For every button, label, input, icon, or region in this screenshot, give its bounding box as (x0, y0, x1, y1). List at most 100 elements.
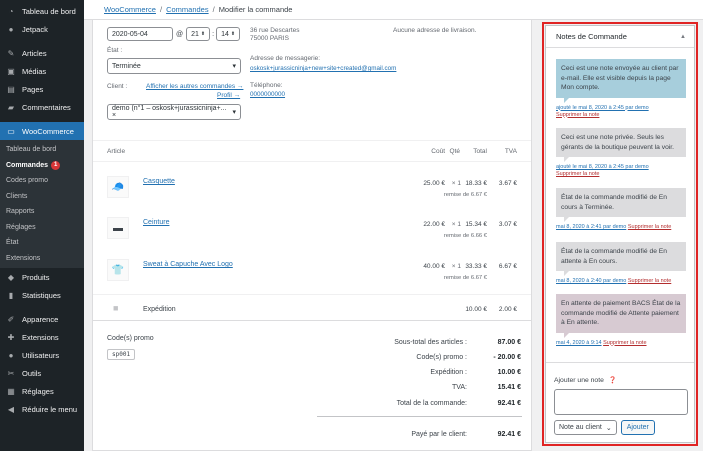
delete-note-link[interactable]: Supprimer la note (556, 112, 599, 118)
table-row: ▬ Ceinture 22.00 € × 1 15.34 € remise de… (93, 211, 531, 253)
stepper-icon: ⬍ (200, 31, 206, 37)
menu-item-jetpack[interactable]: ● Jetpack (0, 20, 84, 38)
breadcrumb-orders-link[interactable]: Commandes (166, 5, 209, 14)
product-link[interactable]: Ceinture (143, 219, 169, 226)
order-totals: Code(s) promo sp001 Sous-total des artic… (93, 320, 531, 438)
menu-item-woocommerce[interactable]: ▭ WooCommerce (0, 122, 84, 140)
col-article: Article (107, 148, 126, 155)
menu-item-pages[interactable]: ▤ Pages (0, 80, 84, 98)
billing-address-line: 36 rue Descartes (250, 27, 300, 34)
note-item: État de la commande modifié de En cours … (556, 188, 686, 231)
note-date-link[interactable]: ajouté le mai 8, 2020 à 2:45 par demo (556, 105, 649, 111)
shipping-label: Expédition (143, 306, 176, 313)
note-date-link[interactable]: mai 8, 2020 à 2:41 par demo (556, 224, 626, 230)
col-cost: Coût (431, 148, 445, 155)
menu-item-settings[interactable]: ▦ Réglages (0, 382, 84, 400)
notes-header[interactable]: Notes de Commande ▲ (546, 26, 694, 48)
client-label: Client : (107, 83, 128, 90)
product-link[interactable]: Casquette (143, 178, 175, 185)
note-meta: mai 8, 2020 à 2:41 par demo Supprimer la… (556, 224, 686, 231)
note-content: Ceci est une note privée. Seuls les géra… (556, 128, 686, 162)
delete-note-link[interactable]: Supprimer la note (628, 278, 671, 284)
customer-email-link[interactable]: oskosk+jurassicninja+new+site+created@gm… (250, 65, 396, 72)
add-note-button[interactable]: Ajouter (620, 420, 655, 435)
customer-select[interactable]: demo (n°1 – oskosk+jurassicninja+... × ▾ (107, 104, 241, 120)
item-qty: × 1 (451, 263, 461, 270)
media-icon: ▣ (7, 66, 15, 76)
menu-item-plugins[interactable]: ✚ Extensions (0, 328, 84, 346)
note-content: Ceci est une note envoyée au client par … (556, 59, 686, 102)
menu-item-articles[interactable]: ✎ Articles (0, 44, 84, 62)
chart-icon: ▮ (8, 290, 14, 300)
submenu-dashboard[interactable]: Tableau de bord (0, 142, 84, 158)
woocommerce-icon: ▭ (7, 126, 15, 136)
woocommerce-submenu: Tableau de bord Commandes 1 Codes promo C… (0, 140, 84, 268)
note-meta: ajouté le mai 8, 2020 à 2:45 par demo Sup… (556, 105, 686, 119)
submenu-reports[interactable]: Rapports (0, 204, 84, 220)
breadcrumb-woocommerce-link[interactable]: WooCommerce (104, 5, 156, 14)
col-tva: TVA (504, 148, 517, 155)
other-orders-link[interactable]: Afficher les autres commandes → (146, 83, 243, 90)
note-item: Ceci est une note envoyée au client par … (556, 59, 686, 119)
order-hour-input[interactable]: 21 ⬍ (186, 27, 211, 41)
submenu-customers[interactable]: Clients (0, 189, 84, 205)
shipping-total: 10.00 € (465, 306, 487, 313)
menu-item-dashboard[interactable]: ◔ Tableau de bord (0, 2, 84, 20)
order-date-input[interactable]: 2020-05-04 (107, 27, 173, 41)
note-textarea[interactable] (554, 389, 688, 415)
help-icon[interactable]: ❓ (609, 377, 617, 384)
item-discount: remise de 6.67 € (443, 192, 487, 198)
customer-phone-link[interactable]: 0000000000 (250, 91, 285, 98)
brush-icon: ✐ (7, 314, 15, 324)
submenu-extensions[interactable]: Extensions (0, 251, 84, 267)
col-qty: Qté (449, 148, 460, 155)
note-date-link[interactable]: mai 8, 2020 à 2:40 par demo (556, 278, 626, 284)
menu-item-media[interactable]: ▣ Médias (0, 62, 84, 80)
submenu-status[interactable]: État (0, 235, 84, 251)
menu-item-appearance[interactable]: ✐ Apparence (0, 310, 84, 328)
dashboard-icon: ◔ (8, 6, 14, 16)
totals-line: Code(s) promo :- 20.00 € (416, 354, 521, 361)
notes-divider (546, 362, 694, 363)
menu-item-comments[interactable]: ▰ Commentaires (0, 98, 84, 116)
product-icon: ◆ (7, 272, 15, 282)
stepper-icon: ⬍ (230, 31, 236, 37)
chevron-down-icon: ▾ (232, 63, 236, 70)
customer-profile-link[interactable]: Profil → (217, 92, 240, 99)
truck-icon: ■ (113, 303, 119, 313)
orders-count-badge: 1 (51, 160, 61, 170)
order-minute-input[interactable]: 14 ⬍ (216, 27, 241, 41)
menu-item-statistics[interactable]: ▮ Statistiques (0, 286, 84, 304)
note-date-link[interactable]: ajouté le mai 8, 2020 à 2:45 par demo (556, 164, 649, 170)
menu-item-collapse[interactable]: ◀ Réduire le menu (0, 400, 84, 418)
pin-icon: ✎ (7, 48, 15, 58)
belt-icon: ▬ (107, 217, 129, 239)
menu-item-users[interactable]: ● Utilisateurs (0, 346, 84, 364)
order-status-select[interactable]: Terminée ▾ (107, 58, 241, 74)
note-type-select[interactable]: Note au client ⌄ (554, 420, 617, 435)
colon-separator: : (212, 30, 215, 38)
delete-note-link[interactable]: Supprimer la note (628, 224, 671, 230)
status-label: État : (107, 47, 123, 54)
submenu-settings[interactable]: Réglages (0, 220, 84, 236)
table-row: 👕 Sweat à Capuche Avec Logo 40.00 € × 1 … (93, 253, 531, 295)
item-cost: 22.00 € (423, 221, 445, 228)
note-date-link[interactable]: mai 4, 2020 à 9:14 (556, 340, 602, 346)
table-row: 🧢 Casquette 25.00 € × 1 18.33 € remise d… (93, 170, 531, 212)
paid-line: Payé par le client: 92.41 € (411, 431, 521, 438)
item-qty: × 1 (451, 221, 461, 228)
delete-note-link[interactable]: Supprimer la note (556, 171, 599, 177)
menu-item-tools[interactable]: ✂ Outils (0, 364, 84, 382)
submenu-orders[interactable]: Commandes 1 (0, 158, 84, 174)
coupon-code-chip[interactable]: sp001 (107, 349, 136, 360)
submenu-coupons[interactable]: Codes promo (0, 173, 84, 189)
product-link[interactable]: Sweat à Capuche Avec Logo (143, 261, 233, 268)
collapse-arrow-icon[interactable]: ▲ (680, 34, 686, 40)
items-table-header: Article Coût Qté Total TVA (93, 140, 531, 162)
totals-line: TVA: 15.41 € (451, 384, 521, 391)
delete-note-link[interactable]: Supprimer la note (603, 340, 646, 346)
phone-label: Téléphone: (250, 82, 283, 89)
shipping-address: Aucune adresse de livraison. (393, 27, 477, 34)
menu-item-products[interactable]: ◆ Produits (0, 268, 84, 286)
add-note-form: Ajouter une note ❓ (554, 376, 688, 415)
